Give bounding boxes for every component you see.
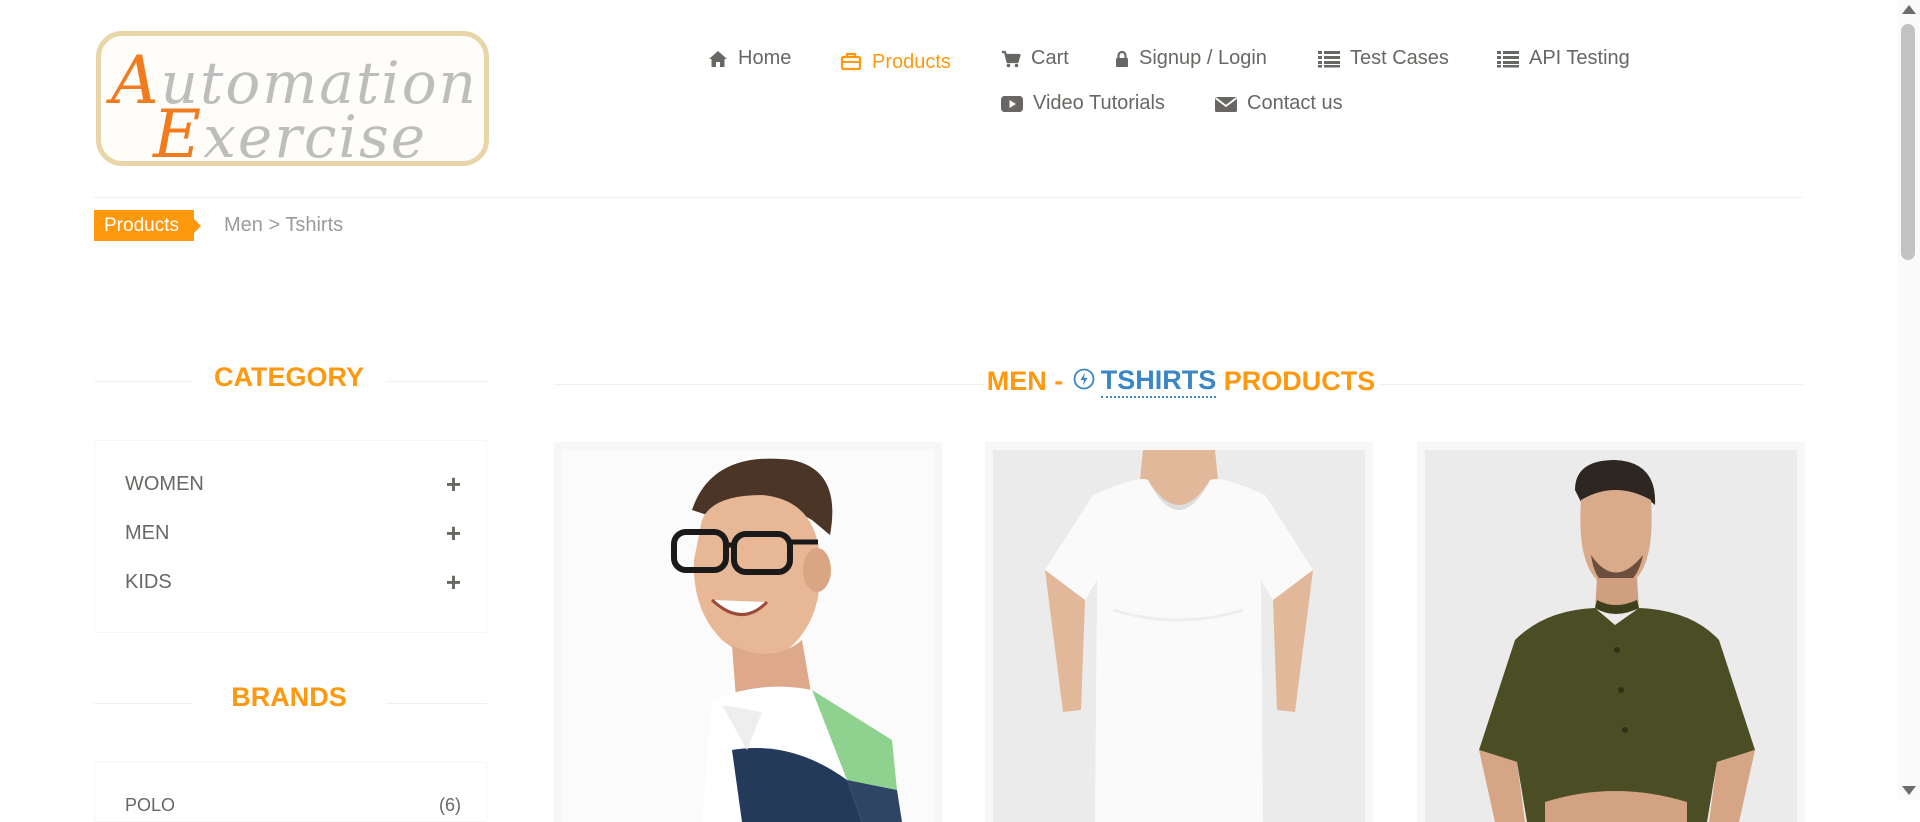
lock-icon	[1115, 50, 1129, 68]
brands-title: BRANDS	[231, 682, 347, 712]
main-section-title: MEN - TSHIRTS PRODUCTS	[986, 365, 1376, 398]
breadcrumb-products-tag[interactable]: Products	[94, 210, 201, 241]
lightning-icon	[1073, 366, 1095, 397]
category-men[interactable]: MEN +	[125, 518, 461, 548]
envelope-icon	[1215, 95, 1237, 113]
product-card	[1417, 442, 1805, 822]
nav-home[interactable]: Home	[708, 47, 791, 70]
category-kids[interactable]: KIDS +	[125, 567, 461, 597]
category-panel: WOMEN + MEN + KIDS +	[94, 440, 487, 633]
nav-video-tutorials[interactable]: Video Tutorials	[1001, 92, 1165, 115]
briefcase-icon	[840, 51, 862, 71]
cart-icon	[1001, 50, 1021, 68]
youtube-play-icon	[1001, 95, 1023, 113]
home-icon	[708, 50, 728, 68]
product-image[interactable]	[1425, 450, 1797, 822]
main-title-line-right	[1378, 384, 1803, 385]
scroll-up-arrow-icon[interactable]	[1902, 5, 1916, 14]
site-logo[interactable]: Automation Exercise	[96, 31, 489, 173]
category-title-line-left	[94, 381, 192, 382]
logo-line-2: Exercise	[153, 96, 428, 173]
list-icon	[1318, 50, 1340, 68]
title-tshirts-link[interactable]: TSHIRTS	[1100, 365, 1217, 398]
nav-test-cases[interactable]: Test Cases	[1318, 47, 1449, 70]
category-title: CATEGORY	[213, 362, 364, 392]
scrollbar-thumb[interactable]	[1901, 24, 1915, 260]
plus-icon[interactable]: +	[446, 471, 461, 497]
brands-title-line-right	[386, 703, 487, 704]
brands-title-line-left	[94, 703, 192, 704]
breadcrumb-path: Men > Tshirts	[224, 214, 344, 236]
nav-signup-login[interactable]: Signup / Login	[1115, 47, 1267, 70]
category-title-line-right	[386, 381, 487, 382]
brands-panel: POLO (6)	[94, 762, 487, 822]
scroll-down-arrow-icon[interactable]	[1902, 786, 1916, 795]
product-image[interactable]	[993, 450, 1365, 822]
product-card	[985, 442, 1373, 822]
product-card	[554, 442, 942, 822]
plus-icon[interactable]: +	[446, 520, 461, 546]
brand-item-polo[interactable]: POLO (6)	[125, 795, 461, 816]
product-image[interactable]	[562, 450, 934, 822]
nav-cart[interactable]: Cart	[1001, 47, 1069, 70]
main-title-line-left	[554, 384, 984, 385]
nav-products[interactable]: Products	[840, 47, 951, 74]
list-icon	[1497, 50, 1519, 68]
category-women[interactable]: WOMEN +	[125, 469, 461, 499]
nav-contact-us[interactable]: Contact us	[1215, 92, 1343, 115]
nav-api-testing[interactable]: API Testing	[1497, 47, 1630, 70]
header-divider	[93, 197, 1803, 198]
plus-icon[interactable]: +	[446, 569, 461, 595]
